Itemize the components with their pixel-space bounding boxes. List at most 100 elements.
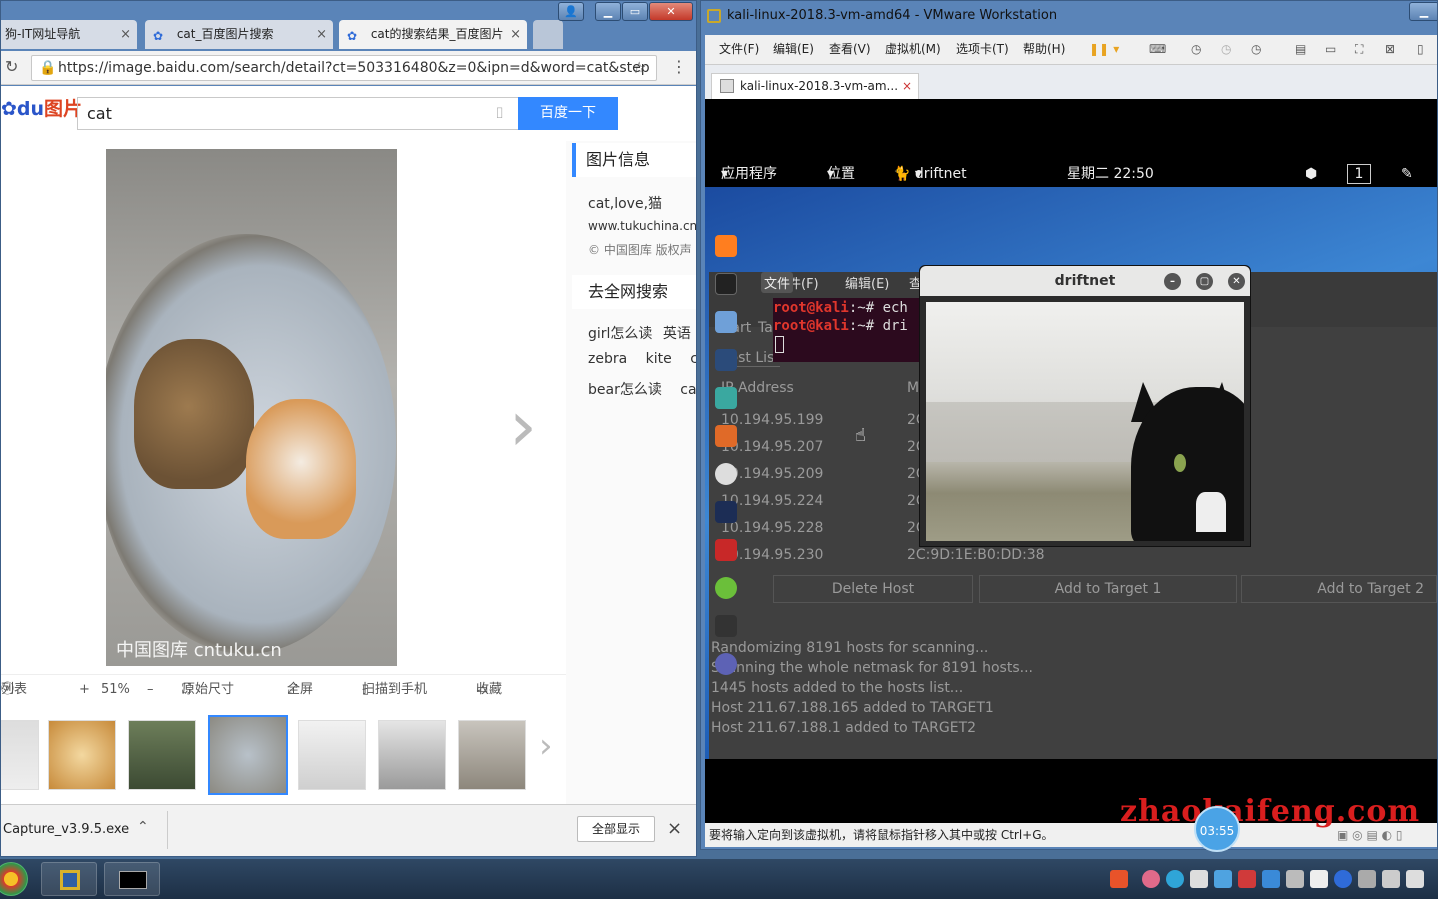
terminal-menu-edit[interactable]: 编辑(E) — [845, 272, 889, 298]
next-image-arrow-icon[interactable]: › — [509, 386, 537, 466]
more-icon[interactable]: ▯ — [1417, 35, 1424, 63]
menu-help[interactable]: 帮助(H) — [1023, 35, 1065, 63]
terminal-window[interactable]: 文件(F) 编辑(E) 查 文件 root@kali:~# ech root@k… — [761, 272, 933, 362]
zoom-in-button[interactable]: + — [79, 675, 90, 705]
related-link[interactable]: ca — [690, 351, 696, 367]
shield-icon[interactable] — [1262, 870, 1280, 888]
tray-upload-icon[interactable] — [1214, 870, 1232, 888]
show-all-button[interactable]: 全部显示 — [577, 816, 655, 842]
send-ctrl-alt-del-icon[interactable]: ⌨ — [1149, 35, 1166, 63]
tray-app-icon[interactable] — [1110, 870, 1128, 888]
clock[interactable]: 星期二 22:50 — [1067, 161, 1154, 187]
related-link[interactable]: cat — [680, 382, 696, 398]
thumbnail-selected[interactable] — [208, 715, 288, 795]
ettercap-icon[interactable] — [715, 615, 737, 637]
user-icon[interactable]: 👤 — [558, 2, 584, 21]
close-icon[interactable]: ✕ — [1228, 273, 1245, 290]
guest-screen[interactable]: 应用程序 ▾ 位置 ▾ 🐈 driftnet ▾ 星期二 22:50 ⬢ 1 ✎… — [705, 99, 1437, 823]
thumbnail[interactable] — [128, 720, 196, 790]
cmd-taskbar-icon[interactable] — [104, 862, 160, 896]
places-menu[interactable]: 位置 ▾ — [827, 161, 855, 187]
thumbnail[interactable] — [48, 720, 116, 790]
unity-icon[interactable]: ⊠ — [1385, 35, 1395, 63]
tray-printer-icon[interactable] — [1358, 870, 1376, 888]
revert-snapshot-icon[interactable]: ◷ — [1221, 35, 1231, 63]
related-link[interactable]: 英语 — [663, 326, 691, 342]
add-target1-button[interactable]: Add to Target 1 — [979, 575, 1237, 603]
firefox-icon[interactable] — [715, 235, 737, 257]
thumbnail[interactable] — [1, 720, 39, 790]
applications-menu[interactable]: 应用程序 ▾ — [721, 161, 777, 187]
related-link[interactable]: kite — [646, 351, 672, 367]
maximize-icon[interactable]: ▢ — [1196, 273, 1213, 290]
snapshot-manager-icon[interactable]: ◷ — [1251, 35, 1261, 63]
ettercap-e-icon[interactable] — [715, 653, 737, 675]
url-input[interactable]: 🔒 https://image.baidu.com/search/detail?… — [31, 55, 657, 81]
chevron-up-icon[interactable]: ⌃ — [137, 819, 149, 835]
search-button[interactable]: 百度一下 — [518, 97, 618, 130]
tray-flower-icon[interactable] — [1142, 870, 1160, 888]
star-icon[interactable]: ☆ — [632, 58, 646, 77]
baidu-logo[interactable]: ✿du图片 — [1, 94, 82, 124]
driftnet-titlebar[interactable]: driftnet – ▢ ✕ — [920, 266, 1250, 296]
camera-icon[interactable]: ⌷ — [495, 98, 504, 129]
leafpad-icon[interactable] — [715, 539, 737, 561]
tab-cat-results[interactable]: ✿ cat的搜索结果_百度图片 × — [339, 20, 527, 49]
reload-icon[interactable]: ↻ — [5, 57, 18, 76]
menu-view[interactable]: 查看(V) — [829, 35, 871, 63]
thumbnail[interactable] — [298, 720, 366, 790]
minimize-icon[interactable]: – — [1164, 273, 1181, 290]
original-size-button[interactable]: 原始尺寸 ⛶ — [182, 675, 234, 705]
info-site[interactable]: www.tukuchina.cn — [588, 219, 696, 233]
volume-icon[interactable] — [1406, 870, 1424, 888]
driftnet-window[interactable]: driftnet – ▢ ✕ — [919, 265, 1251, 547]
search-input[interactable]: cat ⌷ — [77, 97, 519, 130]
collect-button[interactable]: 收藏 ▭ — [476, 675, 502, 705]
files-icon[interactable] — [715, 311, 737, 333]
tray-tools-icon[interactable] — [1310, 870, 1328, 888]
tab-baidu-image-search[interactable]: ✿ cat_百度图片搜索 × — [145, 20, 333, 49]
close-download-bar-icon[interactable]: × — [667, 818, 682, 839]
maximize-button[interactable]: ▭ — [622, 2, 648, 21]
close-button[interactable]: ✕ — [649, 2, 693, 21]
video-icon[interactable]: ⬢ — [1305, 161, 1317, 187]
related-link[interactable]: bear怎么读 — [588, 382, 662, 398]
faraday-icon[interactable] — [715, 463, 737, 485]
maltego-icon[interactable] — [715, 501, 737, 523]
tray-device-icon[interactable] — [1190, 870, 1208, 888]
zoom-out-button[interactable]: – — [147, 675, 154, 705]
workspace-indicator[interactable]: 1 — [1347, 164, 1371, 184]
chrome-taskbar-icon[interactable] — [0, 862, 28, 896]
snapshot-icon[interactable]: ◷ — [1191, 35, 1201, 63]
new-tab-button[interactable] — [533, 20, 563, 49]
console-view-icon[interactable]: ▭ — [1325, 35, 1336, 63]
fullscreen-icon[interactable]: ⛶ — [1355, 35, 1363, 63]
minimize-button[interactable]: ▁ — [1409, 2, 1437, 21]
tray-browser-icon[interactable] — [1166, 870, 1184, 888]
list-button[interactable]: 列表 ⓥ — [1, 675, 27, 705]
menu-file[interactable]: 文件(F) — [719, 35, 759, 63]
menu-edit[interactable]: 编辑(E) — [773, 35, 814, 63]
library-icon[interactable]: ▤ — [1295, 35, 1306, 63]
vm-tab-close-icon[interactable]: × — [902, 74, 912, 98]
tray-network-icon[interactable] — [1238, 870, 1256, 888]
menu-tabs[interactable]: 选项卡(T) — [956, 35, 1009, 63]
tray-globe-icon[interactable] — [1334, 870, 1352, 888]
tray-keyboard-icon[interactable] — [1286, 870, 1304, 888]
armitage-icon[interactable] — [715, 387, 737, 409]
pen-icon[interactable]: ✎ — [1401, 161, 1413, 187]
menu-dots-icon[interactable]: ⋮ — [671, 57, 687, 76]
thumbnail[interactable] — [458, 720, 526, 790]
tab-close-icon[interactable]: × — [316, 20, 327, 49]
add-target2-button[interactable]: Add to Target 2 — [1241, 575, 1437, 603]
delete-host-button[interactable]: Delete Host — [773, 575, 973, 603]
related-link[interactable]: zebra — [588, 351, 627, 367]
scan-to-phone-button[interactable]: 扫描到手机 ▯ — [362, 675, 427, 705]
tab-close-icon[interactable]: × — [120, 20, 131, 49]
notes-icon[interactable] — [715, 577, 737, 599]
targets-menu[interactable]: Ta — [758, 320, 773, 336]
download-filename[interactable]: Capture_v3.9.5.exe — [3, 822, 129, 837]
main-cat-image[interactable]: 中国图库 cntuku.cn — [106, 149, 397, 666]
burp-icon[interactable] — [715, 425, 737, 447]
menu-vm[interactable]: 虚拟机(M) — [885, 35, 941, 63]
